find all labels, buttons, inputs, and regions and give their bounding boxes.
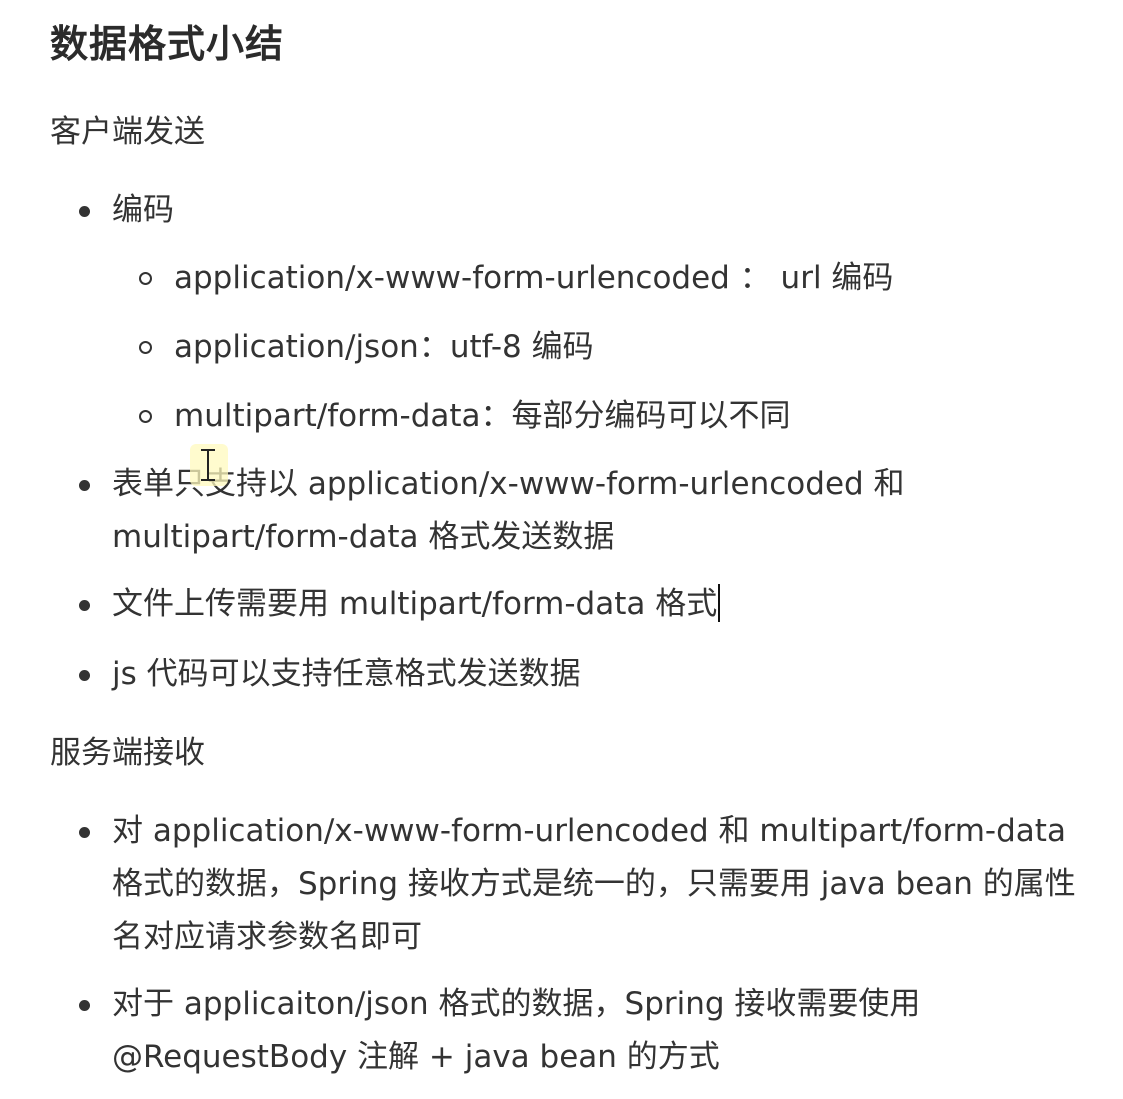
bullet-icon (79, 206, 90, 217)
point-text: js 代码可以支持任意格式发送数据 (112, 656, 581, 692)
text-cursor-icon (190, 444, 228, 486)
point-text: 文件上传需要用 multipart/form-data 格式 (112, 586, 718, 622)
sub-item-text: application/x-www-form-urlencoded ： url … (174, 260, 894, 296)
list-item-spring-form: 对 application/x-www-form-urlencoded 和 mu… (79, 805, 1082, 964)
sub-list-item-json: application/json：utf-8 编码 (139, 325, 1074, 369)
list-item-file-upload: 文件上传需要用 multipart/form-data 格式 (79, 578, 1102, 631)
bullet-icon (79, 670, 90, 681)
bullet-icon (79, 1000, 90, 1011)
sub-list-item-multipart: multipart/form-data：每部分编码可以不同 (139, 394, 1074, 438)
list-item-encoding: 编码 (79, 184, 1102, 237)
bullet-icon (79, 600, 90, 611)
point-text: 表单只支持以 application/x-www-form-urlencoded… (112, 466, 905, 555)
point-text: 对于 applicaiton/json 格式的数据，Spring 接收需要使用 … (112, 986, 921, 1075)
sub-list-item-urlencoded: application/x-www-form-urlencoded ： url … (139, 256, 1074, 300)
encoding-label: 编码 (112, 192, 174, 228)
bullet-icon (79, 480, 90, 491)
bullet-icon (79, 827, 90, 838)
list-item-spring-json: 对于 applicaiton/json 格式的数据，Spring 接收需要使用 … (79, 978, 972, 1084)
point-text: 对 application/x-www-form-urlencoded 和 mu… (112, 813, 1076, 955)
list-item-js: js 代码可以支持任意格式发送数据 (79, 648, 1102, 701)
server-section-heading: 服务端接收 (50, 735, 205, 771)
list-item-form-support: 表单只支持以 application/x-www-form-urlencoded… (79, 458, 942, 564)
text-caret (718, 584, 721, 622)
client-section-heading: 客户端发送 (50, 114, 205, 150)
circle-bullet-icon (139, 272, 152, 285)
sub-item-text: application/json：utf-8 编码 (174, 329, 594, 365)
sub-item-text: multipart/form-data：每部分编码可以不同 (174, 398, 791, 434)
circle-bullet-icon (139, 341, 152, 354)
circle-bullet-icon (139, 410, 152, 423)
page-title: 数据格式小结 (50, 22, 285, 66)
